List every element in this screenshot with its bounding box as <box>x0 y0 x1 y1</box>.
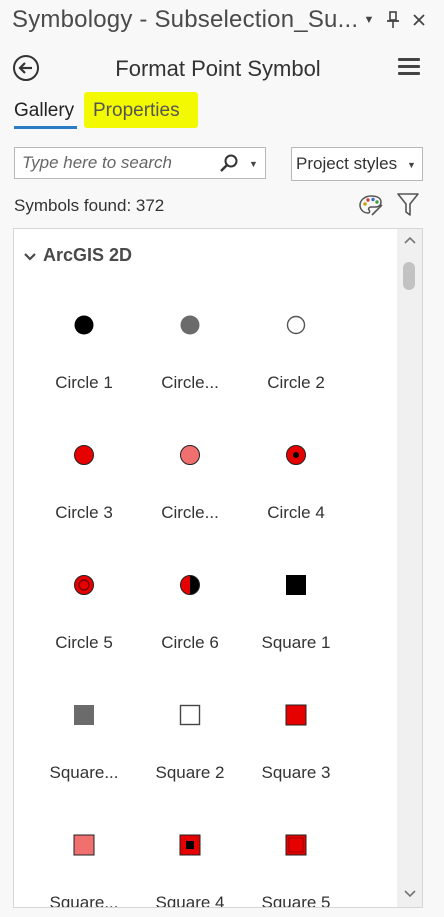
chevron-down-icon[interactable]: ▼ <box>360 10 378 30</box>
pane-bottom-edge <box>0 910 444 917</box>
gallery-scrollbar[interactable] <box>397 229 422 907</box>
symbol-label: Square 2 <box>155 763 225 782</box>
black-square-icon <box>286 575 306 595</box>
styles-dropdown-value: Project styles <box>296 154 398 173</box>
red-circle-dot-icon <box>286 445 306 465</box>
symbol-label: Circle 2 <box>267 373 325 392</box>
palette-icon[interactable] <box>358 193 384 217</box>
search-input[interactable] <box>22 153 207 173</box>
symbol-label: Square... <box>49 763 119 782</box>
symbol-circle-light-red[interactable]: Circle... <box>137 443 243 553</box>
light-red-circle-icon <box>180 445 200 465</box>
symbol-label: Square 4 <box>155 893 225 908</box>
scroll-thumb[interactable] <box>403 262 415 290</box>
symbol-label: Circle 3 <box>55 503 113 522</box>
page-title: Format Point Symbol <box>115 56 321 81</box>
symbol-label: Circle 5 <box>55 633 113 652</box>
symbol-circle-2[interactable]: Circle 2 <box>243 313 349 423</box>
symbol-label: Square 5 <box>261 893 331 908</box>
pin-icon[interactable] <box>384 10 402 30</box>
search-options-chevron-icon[interactable]: ▼ <box>249 154 258 174</box>
search-icon[interactable] <box>219 153 239 173</box>
gray-circle-icon <box>180 315 200 335</box>
symbol-square-3[interactable]: Square 3 <box>243 703 349 813</box>
red-target-circle-icon <box>74 575 94 595</box>
close-icon[interactable] <box>410 10 428 30</box>
symbol-circle-5[interactable]: Circle 5 <box>31 573 137 683</box>
black-circle-icon <box>74 315 94 335</box>
pane-title: Symbology - Subselection_Su... <box>12 6 359 33</box>
dark-red-square-icon <box>285 834 307 856</box>
active-tab-indicator <box>14 126 77 129</box>
symbol-square-5[interactable]: Square 5 <box>243 833 349 907</box>
symbol-circle-1[interactable]: Circle 1 <box>31 313 137 423</box>
styles-dropdown[interactable]: Project styles ▼ <box>291 147 423 181</box>
scroll-up-chevron-icon[interactable] <box>397 235 422 249</box>
symbol-label: Square... <box>49 893 119 908</box>
symbol-circle-4[interactable]: Circle 4 <box>243 443 349 553</box>
light-red-square-icon <box>73 834 95 856</box>
symbol-label: Square 1 <box>261 633 331 652</box>
search-box[interactable]: ▼ <box>14 147 266 179</box>
symbol-square-light-red[interactable]: Square... <box>31 833 137 907</box>
symbol-square-2[interactable]: Square 2 <box>137 703 243 813</box>
symbology-pane: Symbology - Subselection_Su... ▼ Format … <box>0 0 444 917</box>
pane-title-bar: Symbology - Subselection_Su... ▼ <box>0 0 444 44</box>
symbol-label: Circle... <box>161 373 219 392</box>
chevron-down-icon: ▼ <box>407 160 416 170</box>
symbol-gallery: ArcGIS 2D Circle 1 Circle... Circle 2 Ci… <box>13 228 423 908</box>
symbols-found-count: Symbols found: 372 <box>14 196 165 215</box>
symbol-circle-6[interactable]: Circle 6 <box>137 573 243 683</box>
symbol-square-gray[interactable]: Square... <box>31 703 137 813</box>
symbol-label: Circle 4 <box>267 503 325 522</box>
tab-gallery[interactable]: Gallery <box>14 100 74 126</box>
red-square-icon <box>285 704 307 726</box>
symbol-label: Square 3 <box>261 763 331 782</box>
tab-properties[interactable]: Properties <box>93 100 180 122</box>
red-square-dot-icon <box>179 834 201 856</box>
red-circle-icon <box>74 445 94 465</box>
symbol-circle-gray[interactable]: Circle... <box>137 313 243 423</box>
scroll-down-chevron-icon[interactable] <box>397 889 422 903</box>
filter-icon[interactable] <box>397 192 419 218</box>
symbol-label: Circle 6 <box>161 633 219 652</box>
half-red-circle-icon <box>180 575 200 595</box>
chevron-down-icon[interactable] <box>24 249 36 261</box>
symbol-square-1[interactable]: Square 1 <box>243 573 349 683</box>
gallery-group-header[interactable]: ArcGIS 2D <box>43 245 132 266</box>
gray-square-icon <box>74 705 94 725</box>
hamburger-menu-icon[interactable] <box>398 56 420 78</box>
symbol-circle-3[interactable]: Circle 3 <box>31 443 137 553</box>
symbol-label: Circle 1 <box>55 373 113 392</box>
symbol-label: Circle... <box>161 503 219 522</box>
hollow-square-icon <box>179 704 201 726</box>
symbol-square-4[interactable]: Square 4 <box>137 833 243 907</box>
hollow-circle-icon <box>286 315 306 335</box>
